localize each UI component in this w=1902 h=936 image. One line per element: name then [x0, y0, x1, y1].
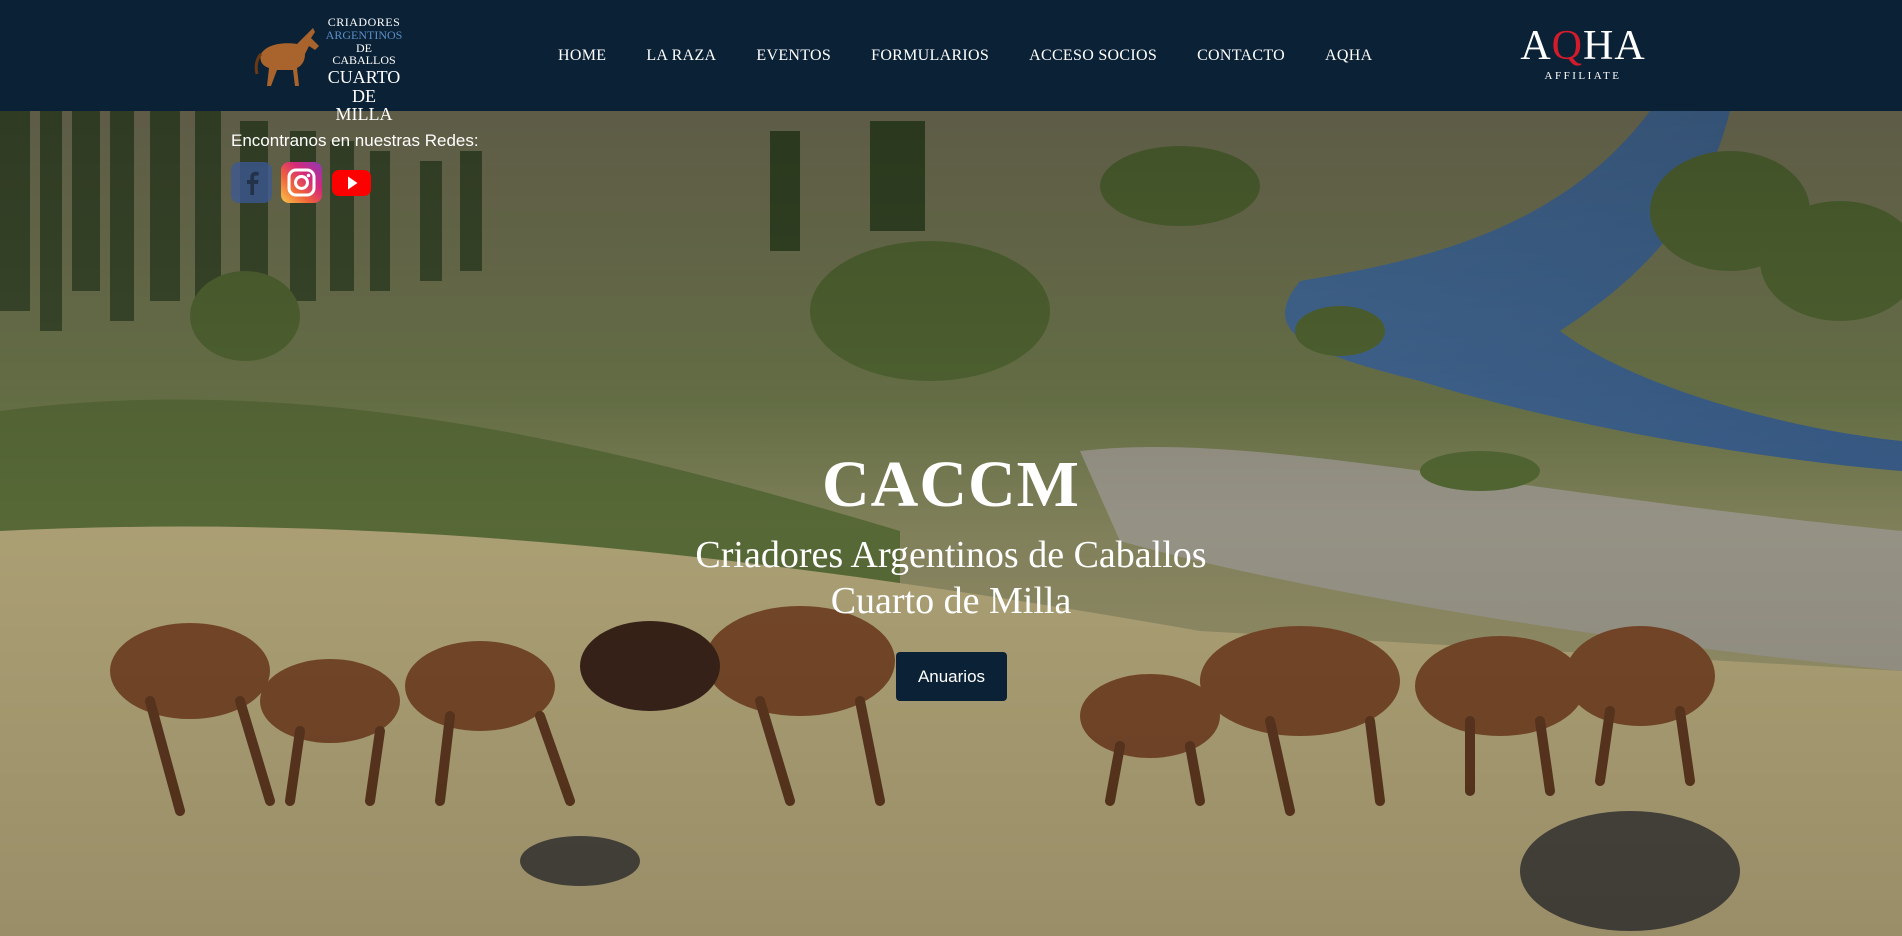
- aqha-mark: AQHA: [1512, 24, 1654, 68]
- nav-item-aqha[interactable]: AQHA: [1325, 45, 1372, 67]
- hero-background-image: [0, 111, 1902, 936]
- hero-subtitle-line-2: Cuarto de Milla: [830, 580, 1072, 622]
- logo-line-4: CUARTO: [327, 67, 401, 87]
- youtube-icon[interactable]: [331, 162, 372, 203]
- horse-logo-icon: [254, 28, 319, 86]
- social-media-links: [231, 162, 381, 203]
- hero-banner: [0, 111, 1902, 936]
- top-navigation-bar: CRIADORES ARGENTINOS DE CABALLOS CUARTO …: [0, 0, 1902, 123]
- aqha-mark-q: Q: [1551, 23, 1583, 69]
- anuarios-button[interactable]: Anuarios: [896, 652, 1007, 701]
- hero-subtitle-line-1: Criadores Argentinos de Caballos: [695, 534, 1207, 576]
- nav-item-eventos[interactable]: EVENTOS: [756, 45, 831, 67]
- logo-line-2: ARGENTINOS: [325, 28, 403, 42]
- aqha-affiliate-logo[interactable]: AQHA AFFILIATE: [1512, 24, 1654, 86]
- nav-item-contacto[interactable]: CONTACTO: [1197, 45, 1285, 67]
- instagram-icon[interactable]: [281, 162, 322, 203]
- site-logo[interactable]: CRIADORES ARGENTINOS DE CABALLOS CUARTO …: [253, 14, 403, 123]
- nav-item-formularios[interactable]: FORMULARIOS: [871, 45, 989, 67]
- logo-text: CRIADORES ARGENTINOS DE CABALLOS CUARTO …: [323, 16, 405, 123]
- facebook-icon[interactable]: [231, 162, 272, 203]
- logo-line-3: DE CABALLOS: [332, 41, 396, 67]
- logo-line-1: CRIADORES: [327, 15, 401, 29]
- hero-title: CACCM: [822, 448, 1080, 521]
- aqha-affiliate-label: AFFILIATE: [1544, 70, 1622, 82]
- nav-item-acceso-socios[interactable]: ACCESO SOCIOS: [1029, 45, 1157, 67]
- nav-item-home[interactable]: HOME: [558, 45, 606, 67]
- nav-item-la-raza[interactable]: LA RAZA: [646, 45, 716, 67]
- logo-line-5: DE MILLA: [335, 86, 393, 124]
- hero-subtitle: Criadores Argentinos de Caballos Cuarto …: [0, 532, 1902, 624]
- social-media-label: Encontranos en nuestras Redes:: [231, 131, 479, 150]
- aqha-mark-a: A: [1520, 23, 1552, 69]
- aqha-mark-ha: HA: [1583, 23, 1646, 69]
- main-nav: HOME LA RAZA EVENTOS FORMULARIOS ACCESO …: [558, 45, 1412, 67]
